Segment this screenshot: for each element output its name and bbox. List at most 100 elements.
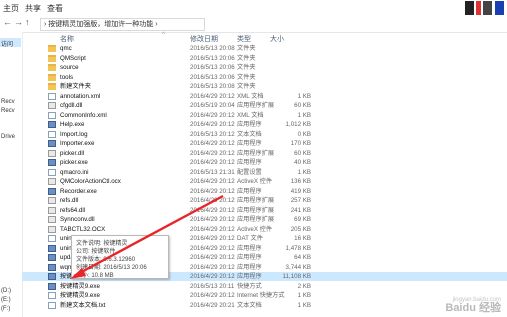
column-name[interactable]: 名称: [60, 34, 74, 44]
folder-icon: [48, 45, 56, 52]
file-row[interactable]: Importer.exe 2016/4/29 20:12 应用程序 170 KB: [22, 139, 507, 148]
file-name: 新建文件夹: [60, 83, 91, 90]
forward-icon[interactable]: →: [14, 17, 23, 27]
folder-icon: [48, 83, 56, 90]
file-date: 2016/4/29 20:12: [190, 92, 235, 100]
file-date: 2016/4/29 20:12: [190, 140, 235, 147]
dll-icon: [48, 206, 56, 214]
file-size: 11,108 KB: [282, 273, 311, 280]
file-row[interactable]: CommonInfo.xml 2016/4/29 20:12 XML 文档 1 KB: [22, 111, 507, 120]
sidebar-item[interactable]: Recv: [1, 108, 15, 114]
up-icon[interactable]: ↑: [25, 17, 30, 27]
file-row[interactable]: source 2016/5/13 20:06 文件夹: [22, 63, 507, 72]
file-type: 应用程序: [237, 254, 262, 261]
file-name: source: [60, 64, 79, 71]
file-type: 应用程序: [237, 121, 262, 128]
tab-share[interactable]: 共享: [25, 3, 41, 14]
column-type[interactable]: 类型: [237, 34, 251, 44]
file-type: 文本文档: [237, 301, 262, 309]
file-size: 1 KB: [297, 111, 311, 119]
file-date: 2016/4/29 20:12: [190, 263, 235, 271]
back-icon[interactable]: ←: [3, 17, 12, 27]
file-row[interactable]: refs.dll 2016/4/29 20:12 应用程序扩展 257 KB: [22, 196, 507, 205]
file-name: Importer.exe: [60, 140, 95, 147]
exe-icon: [48, 273, 56, 280]
file-name: refs.dll: [60, 197, 79, 204]
file-row[interactable]: QMColorActionCtl.ocx 2016/4/29 20:12 Activ…: [22, 177, 507, 186]
file-type: 文件夹: [237, 64, 256, 71]
tab-view[interactable]: 查看: [47, 3, 63, 14]
file-name: annotation.xml: [60, 92, 101, 100]
exe-icon: [48, 282, 56, 290]
file-row[interactable]: cfgdll.dll 2016/5/19 20:04 应用程序扩展 60 KB: [22, 101, 507, 110]
folder-icon: [48, 73, 56, 81]
file-row[interactable]: Synnconv.dll 2016/4/29 20:12 应用程序扩展 69 KB: [22, 215, 507, 224]
dll-icon: [48, 149, 56, 157]
file-row[interactable]: Recorder.exe 2016/4/29 20:12 应用程序 419 KB: [22, 187, 507, 196]
file-date: 2016/4/29 20:12: [190, 149, 235, 157]
file-date: 2016/5/13 20:08: [190, 45, 235, 52]
sidebar-item[interactable]: 访问: [1, 39, 13, 48]
file-row[interactable]: 新建文本文档.txt 2016/4/29 20:21 文本文档 1 KB: [22, 301, 507, 310]
file-size: 170 KB: [290, 140, 311, 147]
file-type: 应用程序: [237, 273, 262, 280]
file-row[interactable]: tools 2016/5/13 20:06 文件夹: [22, 73, 507, 82]
sidebar-item[interactable]: Recv: [1, 99, 15, 105]
file-date: 2016/5/13 20:11: [190, 282, 235, 290]
sidebar-item[interactable]: (F:): [1, 306, 10, 312]
file-row[interactable]: qmc 2016/5/13 20:08 文件夹: [22, 44, 507, 53]
file-name: Recorder.exe: [60, 187, 97, 195]
exe-icon: [48, 244, 56, 252]
file-row[interactable]: QMScript 2016/5/13 20:06 文件夹: [22, 54, 507, 63]
file-date: 2016/5/13 20:12: [190, 130, 235, 138]
file-row[interactable]: picker.dll 2016/4/29 20:12 应用程序扩展 60 KB: [22, 149, 507, 158]
file-type: 文件夹: [237, 45, 256, 52]
file-size: 1 KB: [297, 292, 311, 299]
folder-icon: [48, 64, 56, 71]
folder-icon: [48, 54, 56, 62]
exe-icon: [48, 254, 56, 261]
file-type: 快捷方式: [237, 282, 262, 290]
file-date: 2016/4/29 20:12: [190, 254, 235, 261]
file-row[interactable]: 按键精灵9.exe 2016/4/29 20:12 Internet 快捷方式 1 K…: [22, 291, 507, 300]
file-name: qmacro.ini: [60, 168, 89, 176]
file-type: 配置设置: [237, 168, 262, 176]
minimize-icon[interactable]: [465, 1, 474, 15]
file-row[interactable]: Import.log 2016/5/13 20:12 文本文档 0 KB: [22, 130, 507, 139]
file-row[interactable]: 按键精灵9.exe 2016/5/13 20:11 快捷方式 2 KB: [22, 282, 507, 291]
file-date: 2016/5/13 21:31: [190, 168, 235, 176]
column-date[interactable]: 修改日期: [190, 34, 218, 44]
column-size[interactable]: 大小: [270, 34, 284, 44]
file-size: 1 KB: [297, 92, 311, 100]
file-type: 应用程序: [237, 263, 262, 271]
maximize-icon[interactable]: [483, 1, 492, 15]
sidebar-item[interactable]: (D:): [1, 288, 11, 294]
exe-icon: [48, 187, 56, 195]
file-row[interactable]: TABCTL32.OCX 2016/4/29 20:12 ActiveX 控件 205…: [22, 225, 507, 234]
file-size: 16 KB: [294, 235, 311, 242]
file-tooltip: 文件说明: 按键精灵 公司: 按键软件 文件版本: 9.6.3.12960 创建…: [71, 235, 169, 279]
file-date: 2016/4/29 20:21: [190, 301, 235, 309]
file-size: 1,478 KB: [285, 244, 311, 252]
address-path[interactable]: › 按键精灵加强版，增加许一种功能 ›: [40, 18, 205, 31]
file-row[interactable]: 新建文件夹 2016/5/13 20:08 文件夹: [22, 82, 507, 91]
sidebar-item[interactable]: (E:): [1, 297, 11, 303]
file-date: 2016/5/13 20:06: [190, 73, 235, 81]
file-row[interactable]: Help.exe 2016/4/29 20:12 应用程序 1,012 KB: [22, 120, 507, 129]
file-row[interactable]: annotation.xml 2016/4/29 20:12 XML 文档 1 KB: [22, 92, 507, 101]
close-icon[interactable]: [495, 1, 504, 15]
file-row[interactable]: refs64.dll 2016/4/29 20:12 应用程序扩展 241 KB: [22, 206, 507, 215]
file-name: tools: [60, 73, 74, 81]
file-size: 69 KB: [294, 216, 311, 223]
file-size: 1 KB: [297, 301, 311, 309]
navigation-pane: 访问 Recv Recv Drive (D:) (E:) (F:): [0, 32, 23, 317]
dll-icon: [48, 197, 56, 204]
file-row[interactable]: picker.exe 2016/4/29 20:12 应用程序 40 KB: [22, 158, 507, 167]
sidebar-item[interactable]: Drive: [1, 134, 15, 140]
file-name: Help.exe: [60, 121, 85, 128]
file-size: 1 KB: [297, 168, 311, 176]
file-row[interactable]: qmacro.ini 2016/5/13 21:31 配置设置 1 KB: [22, 168, 507, 177]
restore-icon[interactable]: [476, 1, 481, 15]
tab-home[interactable]: 主页: [3, 3, 19, 14]
file-date: 2016/5/13 20:08: [190, 83, 235, 90]
